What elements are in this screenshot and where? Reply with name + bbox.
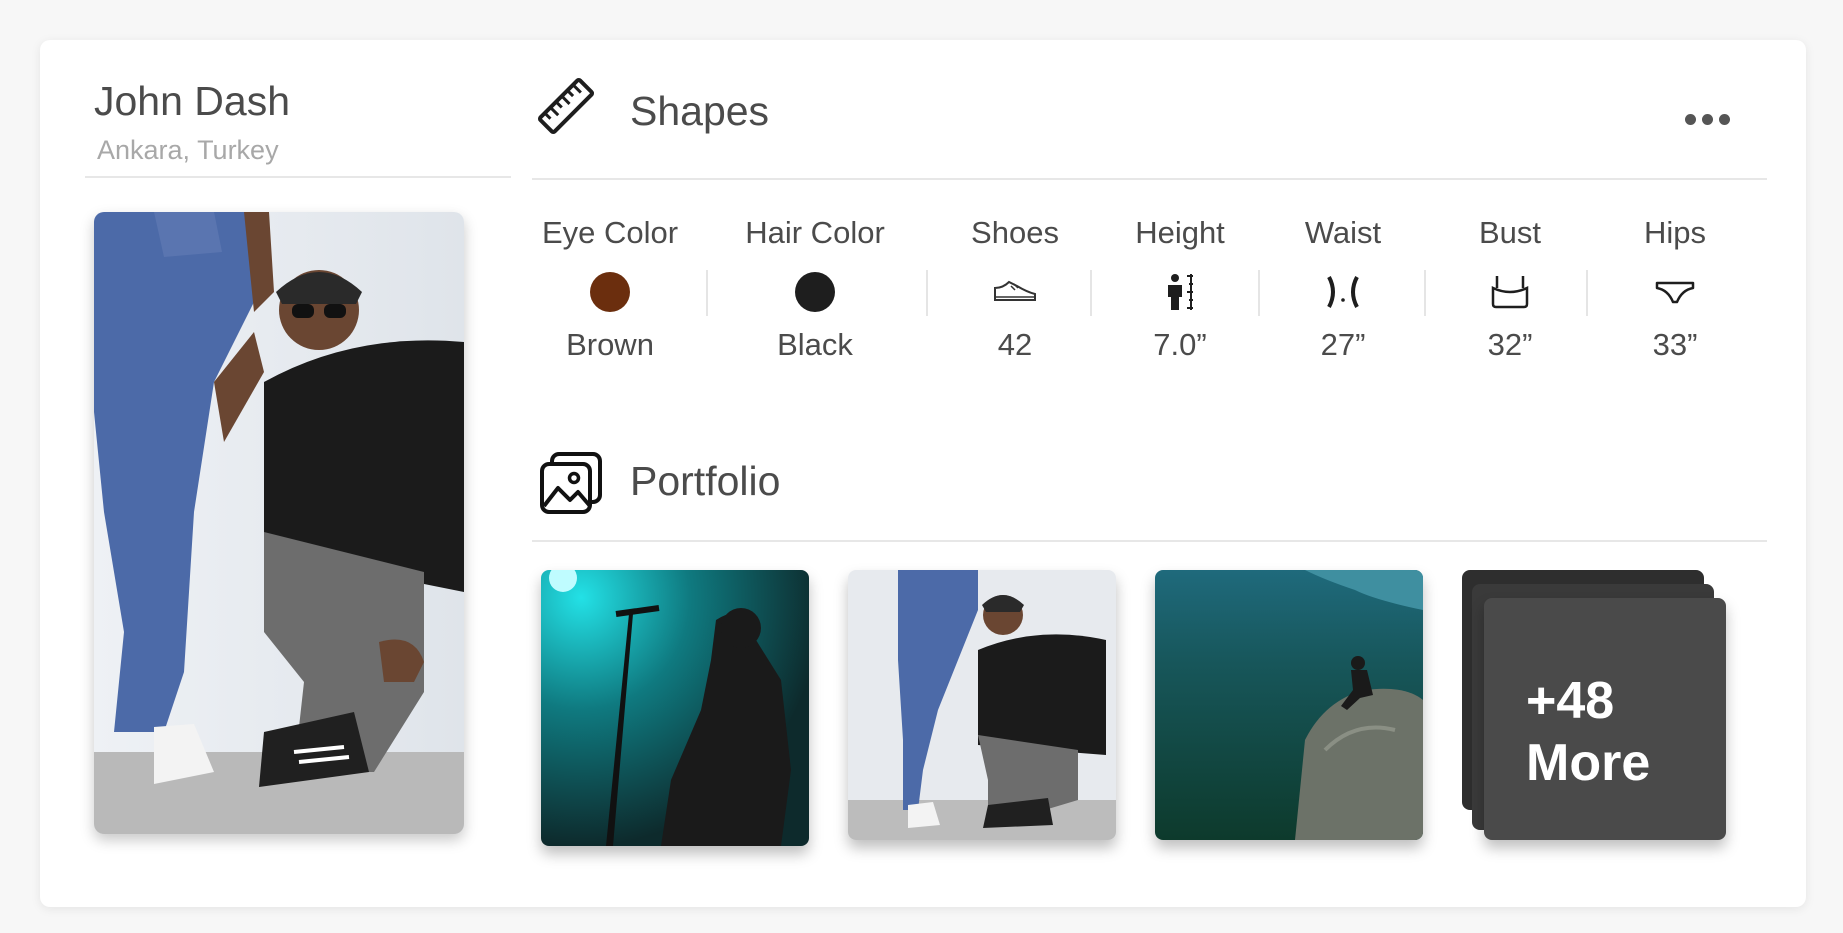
profile-location: Ankara, Turkey	[97, 135, 279, 165]
stat-hair-color: Hair Color Black	[730, 215, 900, 363]
profile-name: John Dash	[94, 78, 291, 124]
portfolio-photo-street[interactable]	[848, 570, 1116, 840]
stat-separator	[1424, 270, 1426, 316]
height-icon	[1168, 274, 1193, 310]
portfolio-photo-mountain[interactable]	[1155, 570, 1423, 840]
stat-value: Black	[777, 327, 853, 362]
stat-value: 42	[997, 327, 1033, 362]
portfolio-divider	[532, 540, 1767, 542]
profile-photo[interactable]	[94, 212, 464, 834]
more-photos-label: +48 More	[1526, 670, 1706, 794]
stat-label: Waist	[1304, 215, 1382, 250]
stat-bust: Bust 32”	[1445, 215, 1575, 363]
stat-shoes: Shoes 42	[945, 215, 1085, 363]
stat-label: Height	[1135, 215, 1225, 250]
stat-label: Eye Color	[541, 215, 679, 250]
stat-value: 33”	[1652, 327, 1698, 362]
shoe-icon	[994, 280, 1036, 301]
stat-hips: Hips 33”	[1615, 215, 1735, 363]
stat-separator	[1258, 270, 1260, 316]
hips-icon	[1655, 281, 1695, 304]
shapes-divider	[532, 178, 1767, 180]
stat-value: 32”	[1487, 327, 1533, 362]
more-options-button[interactable]	[1676, 104, 1738, 134]
more-photos-text: More	[1526, 734, 1651, 792]
waist-icon	[1327, 276, 1359, 308]
gallery-icon	[540, 452, 602, 514]
shapes-title: Shapes	[630, 88, 770, 134]
stat-label: Shoes	[971, 215, 1059, 250]
bust-icon	[1491, 276, 1529, 309]
stat-separator	[1090, 270, 1092, 316]
profile-card: John Dash Ankara, Turkey Shapes Eye Colo…	[40, 40, 1806, 907]
stat-label: Hips	[1643, 215, 1706, 250]
stat-separator	[926, 270, 928, 316]
hair-color-swatch	[795, 272, 835, 312]
portfolio-photo-concert[interactable]	[541, 570, 809, 846]
ellipsis-dot	[1701, 113, 1713, 125]
ellipsis-dot	[1684, 113, 1696, 125]
eye-color-swatch	[590, 272, 630, 312]
profile-divider	[85, 176, 511, 178]
stat-separator	[1586, 270, 1588, 316]
stat-label: Bust	[1478, 215, 1542, 250]
stat-separator	[706, 270, 708, 316]
ruler-icon	[537, 77, 595, 135]
stat-waist: Waist 27”	[1278, 215, 1408, 363]
stat-eye-color: Eye Color Brown	[540, 215, 680, 363]
more-photos-count: +48	[1526, 672, 1615, 730]
stat-value: 27”	[1320, 327, 1366, 362]
ellipsis-dot	[1718, 113, 1730, 125]
stat-height: Height 7.0”	[1110, 215, 1250, 363]
stat-label: Hair Color	[745, 215, 885, 250]
stat-value: Brown	[566, 327, 654, 362]
portfolio-title: Portfolio	[630, 458, 781, 504]
more-photos-tile[interactable]: +48 More	[1462, 570, 1726, 846]
stat-value: 7.0”	[1153, 327, 1207, 362]
